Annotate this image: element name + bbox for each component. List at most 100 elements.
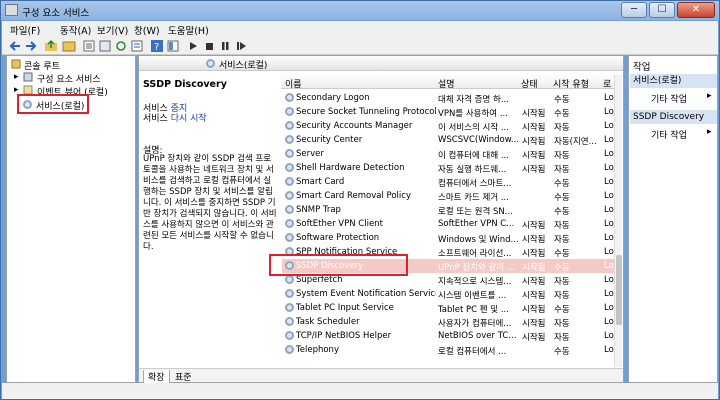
play-icon[interactable] bbox=[186, 39, 200, 53]
service-gear-icon bbox=[285, 149, 294, 158]
service-logon: Lo bbox=[604, 317, 614, 327]
window-title: 구성 요소 서비스 bbox=[22, 8, 90, 19]
table-row[interactable]: Secure Socket Tunneling Protocol... VPN를 … bbox=[282, 105, 614, 119]
vertical-scrollbar[interactable] bbox=[614, 75, 622, 367]
service-gear-icon bbox=[285, 345, 294, 354]
service-gear-icon bbox=[285, 163, 294, 172]
tree-console-root[interactable]: 콘솔 루트 bbox=[24, 59, 60, 72]
table-row[interactable]: System Event Notification Service 시스템 이벤트… bbox=[282, 287, 614, 301]
service-startup: 수동 bbox=[554, 305, 570, 315]
more-actions-1[interactable]: 기타 작업 bbox=[651, 92, 687, 105]
details-icon[interactable] bbox=[130, 39, 144, 53]
service-name: Secondary Logon bbox=[296, 93, 370, 103]
tab-standard[interactable]: 표준 bbox=[171, 370, 196, 383]
properties-icon[interactable] bbox=[82, 39, 96, 53]
export-icon[interactable] bbox=[98, 39, 112, 53]
up-folder-icon[interactable] bbox=[44, 39, 58, 53]
menu-file[interactable]: 파일(F) bbox=[10, 23, 40, 37]
table-row[interactable]: Telephony 로컬 컴퓨터에서 ... 수동 Lo bbox=[282, 343, 614, 357]
col-name-header[interactable]: 이름 bbox=[285, 77, 302, 90]
view-icon[interactable] bbox=[166, 39, 180, 53]
stop-icon[interactable] bbox=[202, 39, 216, 53]
refresh-icon[interactable] bbox=[114, 39, 128, 53]
restart-prefix: 서비스 bbox=[143, 114, 171, 124]
service-startup: 수동 bbox=[554, 263, 570, 273]
service-startup: 수동 bbox=[554, 193, 570, 203]
forward-icon[interactable] bbox=[24, 39, 38, 53]
tab-extended[interactable]: 확장 bbox=[143, 370, 170, 384]
service-gear-icon bbox=[285, 233, 294, 242]
menu-action[interactable]: 동작(A) bbox=[60, 23, 91, 37]
scroll-thumb[interactable] bbox=[616, 255, 622, 325]
tree-services-local[interactable]: 서비스(로컬) bbox=[36, 99, 84, 112]
back-icon[interactable] bbox=[8, 39, 22, 53]
service-status: 시작됨 bbox=[522, 123, 546, 133]
table-row[interactable]: Server 이 컴퓨터에 대해 ... 시작됨 자동 Lo bbox=[282, 147, 614, 161]
table-row[interactable]: TCP/IP NetBIOS Helper NetBIOS over TC... 시… bbox=[282, 329, 614, 343]
table-row[interactable]: Task Scheduler 사용자가 컴퓨터에... 시작됨 자동 Lo bbox=[282, 315, 614, 329]
menu-view[interactable]: 보기(V) bbox=[97, 23, 128, 37]
service-startup: 자동 bbox=[554, 319, 570, 329]
service-startup: 자동(지연... bbox=[554, 137, 597, 147]
actions-group-services[interactable]: 서비스(로컬) bbox=[630, 74, 717, 88]
col-status-header[interactable]: 상태 bbox=[521, 77, 538, 90]
expand-arrow-icon[interactable]: ▸ bbox=[14, 72, 19, 82]
service-logon: Lo bbox=[604, 345, 614, 355]
service-startup: 수동 bbox=[554, 179, 570, 189]
more-actions-2[interactable]: 기타 작업 bbox=[651, 128, 687, 141]
restart-service-link[interactable]: 다시 시작 bbox=[171, 114, 207, 124]
table-row[interactable]: Software Protection Windows 및 Wind... 시작됨 자… bbox=[282, 231, 614, 245]
table-row[interactable]: Smart Card 컴퓨터에서 스마트... 수동 Lo bbox=[282, 175, 614, 189]
view-tabs: 확장 표준 bbox=[139, 368, 623, 384]
service-desc: 시스템 이벤트를 ... bbox=[438, 291, 507, 301]
tree-component-services[interactable]: 구성 요소 서비스 bbox=[37, 72, 101, 85]
table-row[interactable]: Security Center WSCSVC(Window... 시작됨 자동(지연.… bbox=[282, 133, 614, 147]
service-description: UPnP 장치와 같이 SSDP 검색 프로토콜을 사용하는 네트워크 장치 및… bbox=[143, 154, 277, 252]
table-row[interactable]: SNMP Trap 로컬 또는 원격 SN... 수동 Lo bbox=[282, 203, 614, 217]
service-logon: Lo bbox=[604, 303, 614, 313]
console-tree: 콘솔 루트 ▸ 구성 요소 서비스 ▸ 이벤트 뷰어 (로컬) 서비스(로컬) bbox=[6, 55, 136, 383]
service-desc: 스마트 카드 제거 ... bbox=[438, 193, 509, 203]
menu-help[interactable]: 도움말(H) bbox=[168, 23, 209, 37]
folder-icon[interactable] bbox=[62, 39, 76, 53]
table-row[interactable]: SoftEther VPN Client SoftEther VPN C... 시작… bbox=[282, 217, 614, 231]
service-status: 시작됨 bbox=[522, 109, 546, 119]
table-row[interactable]: Security Accounts Manager 이 서비스의 시작 ... 시작… bbox=[282, 119, 614, 133]
service-name: Software Protection bbox=[296, 233, 380, 243]
service-desc: Tablet PC 펜 및 ... bbox=[438, 305, 509, 315]
maximize-button[interactable]: ☐ bbox=[649, 2, 675, 18]
col-startup-header[interactable]: 시작 유형 bbox=[553, 77, 589, 90]
service-startup: 수동 bbox=[554, 207, 570, 217]
table-row[interactable]: Tablet PC Input Service Tablet PC 펜 및 ...… bbox=[282, 301, 614, 315]
service-status: 시작됨 bbox=[522, 319, 546, 329]
service-status: 시작됨 bbox=[522, 333, 546, 343]
main-window: 구성 요소 서비스 ─ ☐ ✕ 파일(F) 동작(A) 보기(V) 창(W) 도… bbox=[0, 0, 720, 400]
help-icon[interactable]: ? bbox=[150, 39, 164, 53]
service-name: Server bbox=[296, 149, 324, 159]
col-logon-header[interactable]: 로 bbox=[603, 77, 611, 90]
service-desc: 자동 실행 하드웨... bbox=[438, 165, 507, 175]
service-status: 시작됨 bbox=[522, 151, 546, 161]
service-status: 시작됨 bbox=[522, 221, 546, 231]
restart-icon[interactable] bbox=[234, 39, 248, 53]
service-desc: 로컬 또는 원격 SN... bbox=[438, 207, 513, 217]
detail-panel: SSDP Discovery 서비스 중지 서비스 다시 시작 설명: UPnP… bbox=[139, 71, 279, 367]
pause-icon[interactable] bbox=[218, 39, 232, 53]
table-row[interactable]: Smart Card Removal Policy 스마트 카드 제거 ... 수동… bbox=[282, 189, 614, 203]
service-logon: Lo bbox=[604, 247, 614, 257]
table-row[interactable]: Secondary Logon 대체 자격 증명 하... 수동 Lo bbox=[282, 91, 614, 105]
submenu-arrow-icon: ▸ bbox=[707, 127, 712, 137]
services-gear-icon bbox=[23, 100, 32, 109]
minimize-button[interactable]: ─ bbox=[621, 2, 647, 18]
service-desc: 이 서비스의 시작 ... bbox=[438, 123, 509, 133]
service-desc: 컴퓨터에서 스마트... bbox=[438, 179, 512, 189]
menu-window[interactable]: 창(W) bbox=[134, 23, 160, 37]
service-logon: Lo bbox=[604, 107, 614, 117]
table-row[interactable]: Shell Hardware Detection 자동 실행 하드웨... 시작됨 자… bbox=[282, 161, 614, 175]
actions-group-ssdp[interactable]: SSDP Discovery bbox=[630, 110, 717, 124]
col-desc-header[interactable]: 설명 bbox=[438, 77, 455, 90]
service-status: 시작됨 bbox=[522, 249, 546, 259]
service-desc: NetBIOS over TC... bbox=[438, 331, 517, 341]
service-name: Smart Card Removal Policy bbox=[296, 191, 411, 201]
close-button[interactable]: ✕ bbox=[677, 2, 715, 18]
